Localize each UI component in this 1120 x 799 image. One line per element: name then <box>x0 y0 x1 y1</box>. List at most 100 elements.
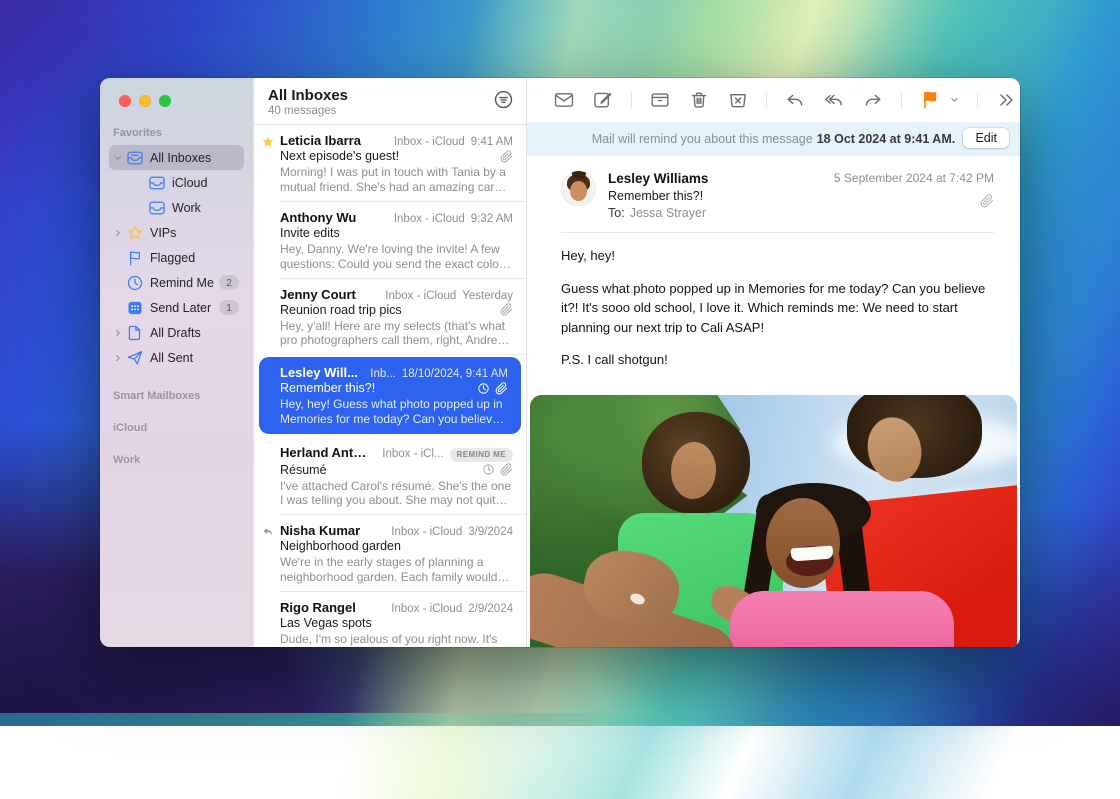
message-row-topline: Rigo RangelInbox - iCloud2/9/2024 <box>280 600 513 615</box>
sidebar-item-all-drafts[interactable]: All Drafts <box>109 320 244 345</box>
forward-button[interactable] <box>862 89 884 111</box>
sidebar-item-label: Send Later <box>150 301 215 315</box>
message-row-7[interactable]: Rigo RangelInbox - iCloud2/9/2024Las Veg… <box>254 592 526 647</box>
attachment-paperclip-icon <box>980 194 994 208</box>
message-view-column: Mail will remind you about this message … <box>527 78 1020 647</box>
message-list-header: All Inboxes 40 messages <box>254 78 526 125</box>
minimize-button[interactable] <box>139 95 151 107</box>
body-paragraph-1: Hey, hey! <box>561 246 990 266</box>
flag-menu-button[interactable] <box>949 89 960 111</box>
message-header: Lesley Williams Remember this?! To:Jessa… <box>527 156 1020 232</box>
sidebar-item-all-inboxes[interactable]: All Inboxes <box>109 145 244 170</box>
star-icon <box>261 135 275 149</box>
avatar-face <box>570 181 587 201</box>
archive-button[interactable] <box>649 89 671 111</box>
message-mailbox: Inbox - iCloud <box>391 603 462 615</box>
get-mail-button[interactable] <box>553 89 575 111</box>
sidebar-item-label: All Sent <box>150 351 239 365</box>
message-subject: Invite edits <box>280 226 513 240</box>
message-row-subjectline: Next episode's guest! <box>280 149 513 163</box>
sidebar-item-icloud[interactable]: iCloud <box>109 170 244 195</box>
recipient-name: Jessa Strayer <box>630 206 706 220</box>
remind-banner: Mail will remind you about this message … <box>527 122 1020 156</box>
message-row-topline: Anthony WuInbox - iCloud9:32 AM <box>280 210 513 225</box>
edit-reminder-button[interactable]: Edit <box>963 128 1009 148</box>
reminder-clock-icon <box>482 463 495 476</box>
message-subject: Next episode's guest! <box>280 149 495 163</box>
message-time: 9:41 AM <box>471 136 513 148</box>
toolbar <box>527 78 1020 122</box>
message-mailbox: Inbox - iCloud <box>391 526 462 538</box>
remind-banner-text: Mail will remind you about this message <box>592 132 813 146</box>
message-preview: Hey, y'all! Here are my selects (that's … <box>280 319 513 349</box>
list-title: All Inboxes <box>268 87 512 104</box>
more-icon <box>995 99 1017 114</box>
archive-icon <box>649 99 671 114</box>
list-message-count: 40 messages <box>268 105 512 117</box>
wallpaper-band <box>0 713 650 726</box>
paperclip-icon <box>500 150 513 163</box>
unread-count-badge: 1 <box>219 300 239 315</box>
message-preview: Hey, hey! Guess what photo popped up in … <box>280 397 508 427</box>
message-sender: Herland Antezana <box>280 445 370 460</box>
message-sender: Nisha Kumar <box>280 523 360 538</box>
sidebar-item-remind-me[interactable]: Remind Me2 <box>109 270 244 295</box>
message-header-meta: 5 September 2024 at 7:42 PM <box>834 171 994 220</box>
sidebar-item-vips[interactable]: VIPs <box>109 220 244 245</box>
message-subject: Remember this?! <box>280 381 472 395</box>
zoom-button[interactable] <box>159 95 171 107</box>
envelope-icon <box>553 99 575 114</box>
sidebar-item-all-sent[interactable]: All Sent <box>109 345 244 370</box>
sender-avatar <box>561 171 596 206</box>
delete-button[interactable] <box>688 89 710 111</box>
reply-all-icon <box>823 99 845 114</box>
junk-button[interactable] <box>727 89 749 111</box>
message-row-2[interactable]: Anthony WuInbox - iCloud9:32 AMInvite ed… <box>254 202 526 279</box>
filter-button[interactable] <box>492 89 514 111</box>
message-mailbox: Inbox - iCloud <box>385 290 456 302</box>
toolbar-separator-6 <box>766 91 767 109</box>
chevron-right-icon[interactable] <box>111 328 124 338</box>
message-sender: Jenny Court <box>280 287 356 302</box>
toolbar-separator-2 <box>631 91 632 109</box>
chevron-down-icon <box>949 93 960 108</box>
close-button[interactable] <box>119 95 131 107</box>
message-row-6[interactable]: Nisha KumarInbox - iCloud3/9/2024Neighbo… <box>254 515 526 592</box>
replied-arrow-icon <box>261 525 275 539</box>
message-list-column: All Inboxes 40 messages Leticia IbarraIn… <box>253 78 527 647</box>
message-row-3[interactable]: Jenny CourtInbox - iCloudYesterdayReunio… <box>254 279 526 356</box>
message-subject: Neighborhood garden <box>280 539 513 553</box>
message-row-4[interactable]: Lesley Will...Inb...18/10/2024, 9:41 AMR… <box>259 357 521 434</box>
reply-button[interactable] <box>784 89 806 111</box>
message-header-info: Lesley Williams Remember this?! To:Jessa… <box>608 171 708 220</box>
message-preview: Morning! I was put in touch with Tania b… <box>280 165 513 195</box>
message-row-topline: Jenny Court Inbox - iCloud Yesterday <box>280 287 513 302</box>
body-paragraph-2: Guess what photo popped up in Memories f… <box>561 279 990 338</box>
sidebar-item-send-later[interactable]: Send Later 1 <box>109 295 244 320</box>
sidebar-item-label: Flagged <box>150 251 239 265</box>
compose-button[interactable] <box>592 89 614 111</box>
chevron-down-icon[interactable] <box>111 153 124 163</box>
flag-icon <box>919 99 941 114</box>
sidebar-item-flagged[interactable]: Flagged <box>109 245 244 270</box>
more-actions-button[interactable] <box>995 89 1017 111</box>
message-row-5[interactable]: Herland AntezanaInbox - iCl...REMIND MER… <box>254 437 526 515</box>
flag-icon <box>126 249 144 267</box>
tray-full-icon <box>126 149 144 167</box>
tray-icon <box>148 174 166 192</box>
tray-icon <box>148 199 166 217</box>
message-subject: Las Vegas spots <box>280 616 513 630</box>
reminder-clock-icon <box>477 382 490 395</box>
chevron-right-icon[interactable] <box>111 228 124 238</box>
photo-attachment[interactable] <box>530 395 1017 648</box>
message-time: Yesterday <box>462 290 513 302</box>
sidebar-list: FavoritesAll InboxesiCloudWorkVIPsFlagge… <box>100 107 253 466</box>
reply-all-button[interactable] <box>823 89 845 111</box>
message-time: 2/9/2024 <box>468 603 513 615</box>
forward-icon <box>862 99 884 114</box>
flag-button[interactable] <box>919 89 941 111</box>
message-row-1[interactable]: Leticia IbarraInbox - iCloud9:41 AMNext … <box>254 125 526 202</box>
message-mailbox: Inbox - iCl... <box>382 448 443 460</box>
chevron-right-icon[interactable] <box>111 353 124 363</box>
sidebar-item-work[interactable]: Work <box>109 195 244 220</box>
